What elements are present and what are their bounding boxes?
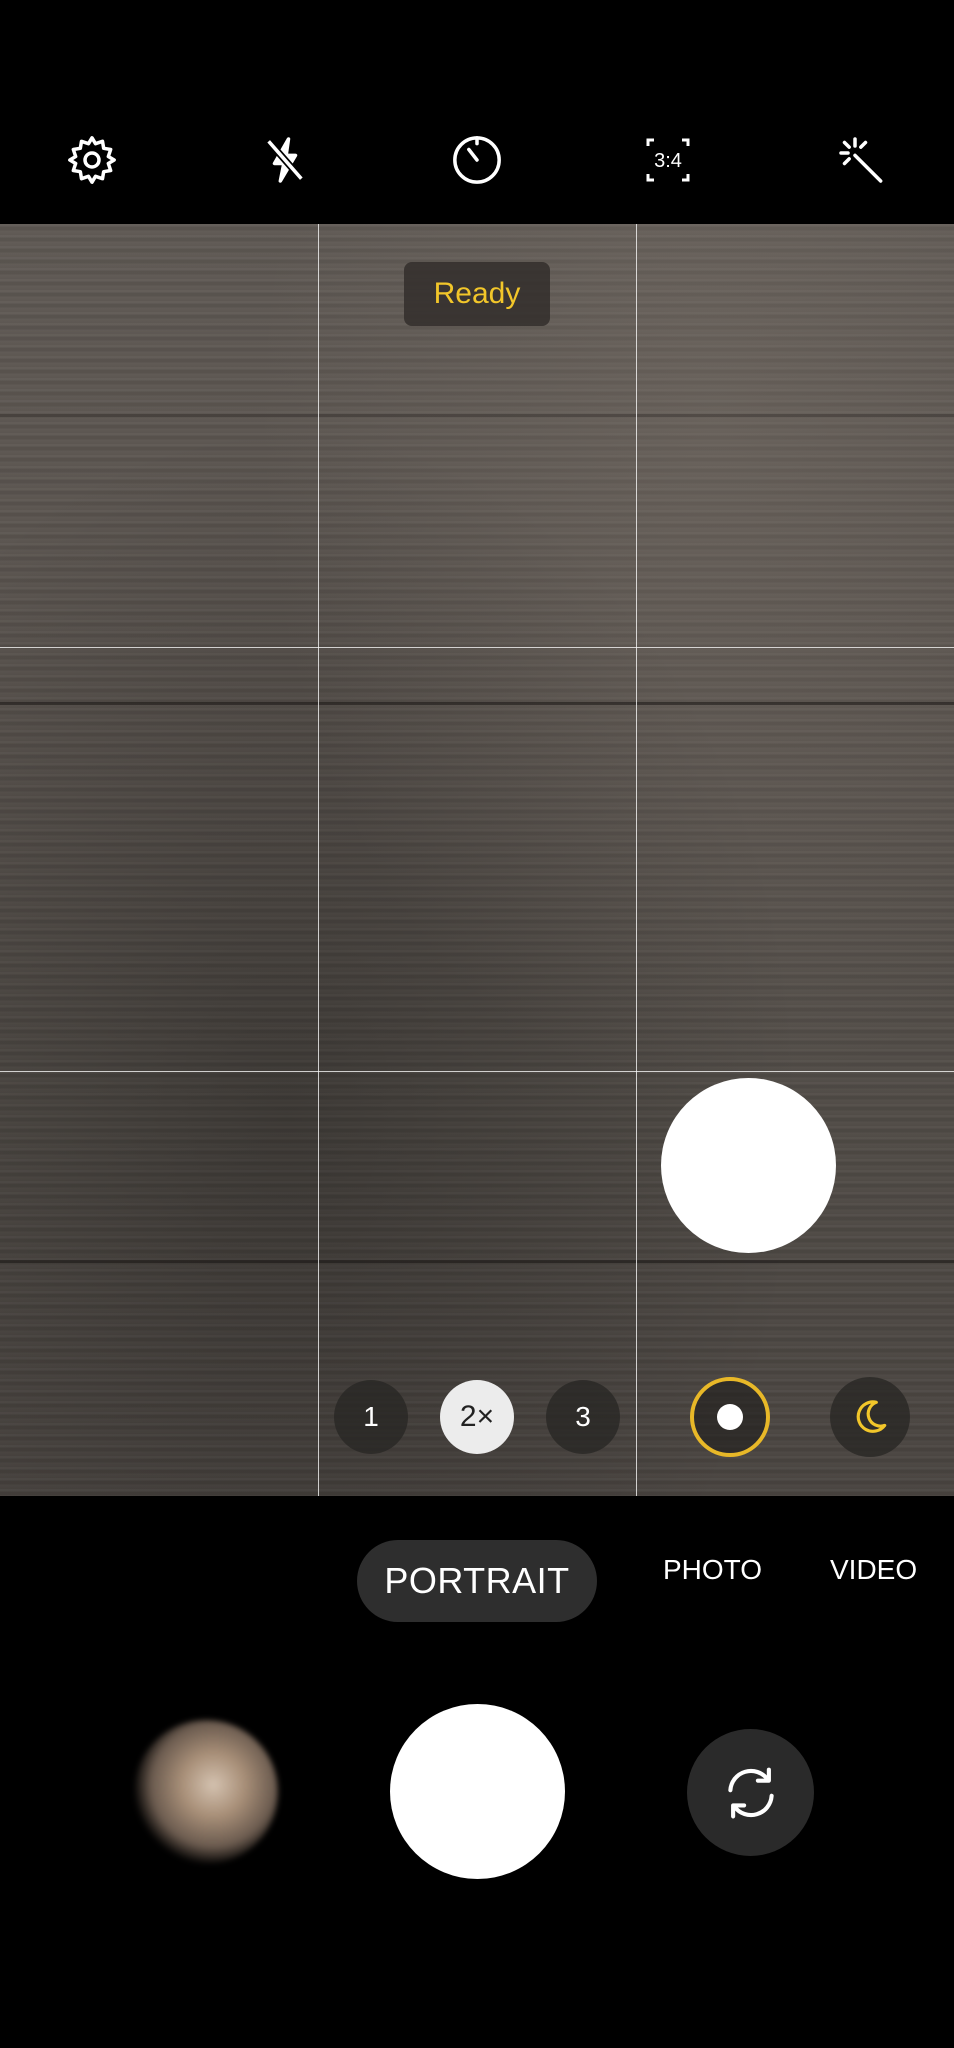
flash-off-icon[interactable] — [253, 128, 317, 192]
settings-icon[interactable] — [60, 128, 124, 192]
shutter-button[interactable] — [390, 1704, 565, 1879]
grid-line — [318, 224, 319, 1496]
timer-icon[interactable] — [445, 128, 509, 192]
mode-video[interactable]: VIDEO — [830, 1554, 917, 1586]
night-mode-button[interactable] — [830, 1377, 910, 1457]
viewfinder[interactable]: Ready 1 2× 3 — [0, 224, 954, 1496]
mode-selector: PORTRAIT PHOTO VIDEO — [0, 1496, 954, 1656]
wood-seam — [0, 1260, 954, 1263]
grid-line — [636, 224, 637, 1496]
focus-indicator[interactable] — [661, 1078, 836, 1253]
zoom-3x-button[interactable]: 3 — [546, 1380, 620, 1454]
camera-screen: 3:4 Ready 1 2× 3 PORTRAIT PHOTO VIDEO — [0, 0, 954, 2048]
top-bar: 3:4 — [0, 0, 954, 224]
grid-line — [0, 647, 954, 648]
wood-seam — [0, 414, 954, 417]
status-badge: Ready — [404, 262, 550, 326]
zoom-2x-button[interactable]: 2× — [440, 1380, 514, 1454]
aspect-ratio-label: 3:4 — [654, 150, 682, 172]
moon-icon — [856, 1400, 887, 1433]
mode-portrait[interactable]: PORTRAIT — [357, 1540, 597, 1622]
aspect-ratio-icon[interactable]: 3:4 — [636, 128, 700, 192]
filters-icon[interactable] — [830, 128, 894, 192]
effect-dot-icon — [717, 1404, 743, 1430]
mode-photo[interactable]: PHOTO — [663, 1554, 762, 1586]
zoom-1x-button[interactable]: 1 — [334, 1380, 408, 1454]
gallery-thumbnail[interactable] — [134, 1720, 278, 1864]
wood-seam — [0, 702, 954, 705]
switch-camera-button[interactable] — [687, 1729, 814, 1856]
switch-camera-icon — [727, 1767, 774, 1818]
portrait-effect-button[interactable] — [690, 1377, 770, 1457]
grid-line — [0, 1071, 954, 1072]
